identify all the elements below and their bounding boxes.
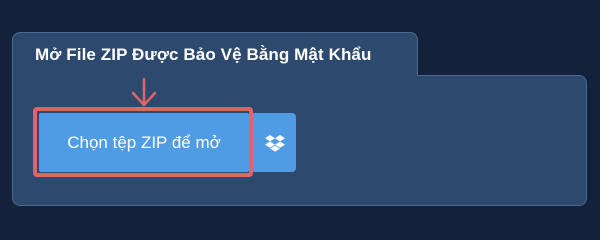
arrow-down-icon <box>131 78 157 107</box>
dropbox-button[interactable] <box>253 113 296 172</box>
choose-zip-button[interactable]: Chọn tệp ZIP để mở <box>39 113 249 172</box>
panel-title: Mở File ZIP Được Bảo Vệ Bằng Mật Khẩu <box>35 45 372 64</box>
choose-zip-label: Chọn tệp ZIP để mở <box>67 132 221 152</box>
dropbox-icon <box>264 134 285 152</box>
panel-seam <box>13 74 417 77</box>
